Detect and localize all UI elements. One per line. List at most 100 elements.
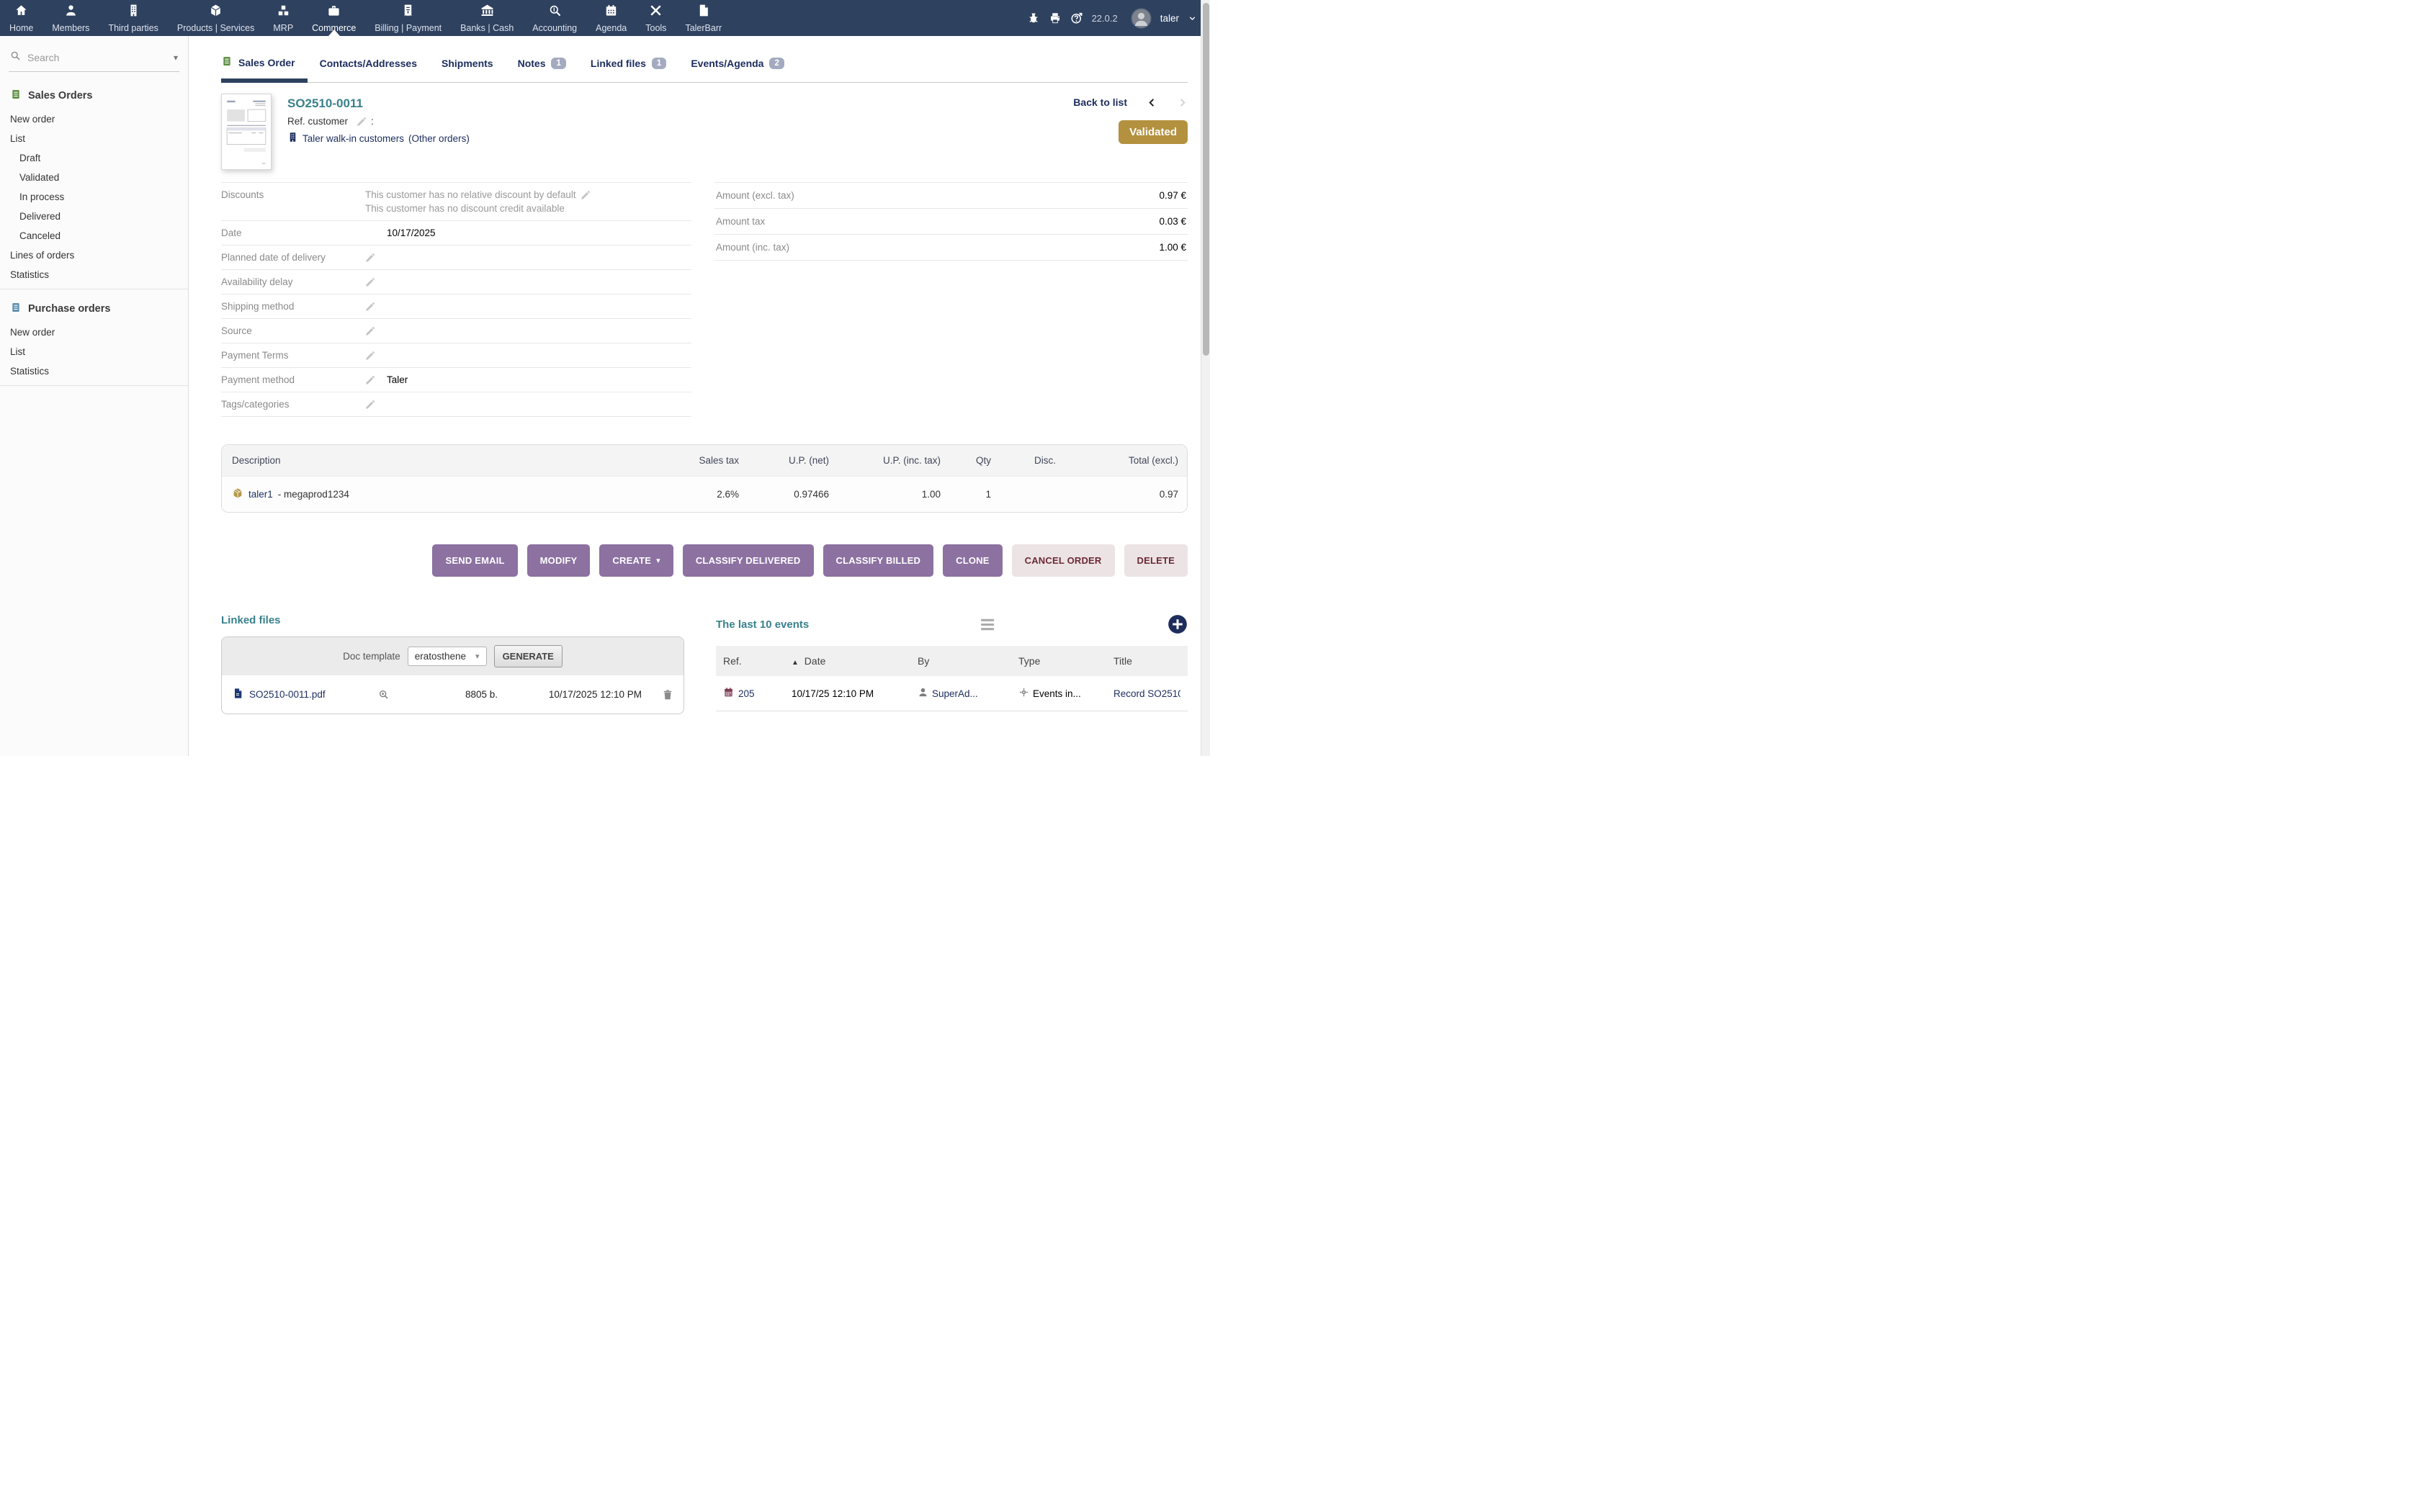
amount-label: Amount (excl. tax) [716,190,794,201]
nav-item-accounting[interactable]: Accounting [523,0,586,36]
nav-item-third-parties[interactable]: Third parties [99,0,167,36]
previous-record-icon[interactable] [1147,97,1157,108]
tab-linked-files[interactable]: Linked files1 [578,58,678,83]
action-buttons: SEND EMAIL MODIFY CREATE ▾ CLASSIFY DELI… [221,544,1188,577]
sidebar-item-canceled[interactable]: Canceled [0,226,188,246]
classify-billed-button[interactable]: CLASSIFY BILLED [823,544,934,577]
sidebar-item-po-list[interactable]: List [0,342,188,361]
page-scrollbar[interactable] [1201,0,1210,756]
order-lines-table: Description Sales tax U.P. (net) U.P. (i… [222,445,1187,512]
nav-item-tools[interactable]: Tools [636,0,676,36]
nav-label: Members [52,23,89,33]
printer-icon[interactable] [1049,12,1062,24]
edit-ref-customer-icon[interactable] [357,117,367,127]
nav-item-products-services[interactable]: Products | Services [168,0,264,36]
nav-item-banks-cash[interactable]: Banks | Cash [451,0,523,36]
tab-sales-order[interactable]: Sales Order [221,55,308,83]
field-label: Planned date of delivery [221,252,365,263]
nav-item-billing-payment[interactable]: Billing | Payment [365,0,451,36]
sidebar-item-draft[interactable]: Draft [0,148,188,168]
nav-label: Commerce [312,23,356,33]
events-col-ref[interactable]: Ref. [723,655,792,667]
sidebar-item-list[interactable]: List [0,129,188,148]
chevron-down-icon[interactable] [1188,14,1197,23]
bug-icon[interactable] [1027,12,1040,24]
sidebar-item-new-order[interactable]: New order [0,109,188,129]
tab-contacts-addresses[interactable]: Contacts/Addresses [308,58,429,83]
classify-delivered-button[interactable]: CLASSIFY DELIVERED [683,544,814,577]
clone-button[interactable]: CLONE [943,544,1003,577]
tab-notes[interactable]: Notes1 [506,58,578,83]
preview-zoom-icon[interactable] [378,689,390,701]
tab-shipments[interactable]: Shipments [429,58,506,83]
next-record-icon[interactable] [1177,97,1188,108]
tab-events-agenda[interactable]: Events/Agenda2 [678,58,797,83]
edit-payment-method-icon[interactable] [365,374,387,385]
sidebar-item-validated[interactable]: Validated [0,168,188,187]
generate-button[interactable]: GENERATE [494,645,563,667]
edit-tags-icon[interactable] [365,399,387,410]
create-button[interactable]: CREATE ▾ [599,544,673,577]
line-up-net: 0.97466 [748,477,838,513]
delete-file-icon[interactable] [662,689,673,701]
nav-item-commerce[interactable]: Commerce [302,0,365,36]
avatar[interactable] [1131,8,1152,29]
sales-orders-section-header[interactable]: Sales Orders [0,85,188,109]
sidebar-item-statistics[interactable]: Statistics [0,265,188,284]
edit-payment-terms-icon[interactable] [365,350,387,361]
send-email-button[interactable]: SEND EMAIL [432,544,517,577]
edit-discount-icon[interactable] [581,190,591,200]
back-to-list-link[interactable]: Back to list [1073,96,1127,108]
edit-planned-delivery-icon[interactable] [365,252,387,263]
sidebar-item-lines-of-orders[interactable]: Lines of orders [0,246,188,265]
product-link[interactable]: taler1 [248,489,273,500]
modify-button[interactable]: MODIFY [527,544,591,577]
nav-item-members[interactable]: Members [42,0,99,36]
help-icon[interactable] [1070,12,1083,24]
sidebar-section-sales-orders: Sales Orders New order List Draft Valida… [0,76,188,289]
doc-template-select[interactable]: eratosthene ▾ [408,647,487,666]
event-title-link[interactable]: Record SO2510-0011 modifi [1113,688,1180,699]
edit-shipping-method-icon[interactable] [365,301,387,312]
events-col-type[interactable]: Type [1018,655,1113,667]
sidebar-item-in-process[interactable]: In process [0,187,188,207]
nav-item-talerbarr[interactable]: TalerBarr [676,0,731,36]
nav-item-agenda[interactable]: Agenda [586,0,636,36]
user-menu-label[interactable]: taler [1160,13,1179,24]
edit-source-icon[interactable] [365,325,387,336]
customer-link[interactable]: Taler walk-in customers [302,133,404,144]
linked-file-link[interactable]: SO2510-0011.pdf [249,689,378,700]
col-description: Description [222,445,668,477]
event-ref-link[interactable]: 205 [738,688,755,699]
sidebar-item-po-new-order[interactable]: New order [0,323,188,342]
list-view-icon[interactable] [980,618,996,631]
search-caret-icon[interactable]: ▾ [174,53,178,63]
cancel-order-button[interactable]: CANCEL ORDER [1012,544,1115,577]
other-orders-link[interactable]: (Other orders) [408,133,470,144]
document-thumbnail[interactable] [221,94,272,170]
event-by-link[interactable]: SuperAd... [932,688,978,699]
nav-item-mrp[interactable]: MRP [264,0,302,36]
event-date: 10/17/25 12:10 PM [792,688,918,699]
bank-icon [480,4,494,21]
nav-item-home[interactable]: Home [0,0,42,36]
sidebar-item-po-statistics[interactable]: Statistics [0,361,188,381]
sidebar-item-delivered[interactable]: Delivered [0,207,188,226]
search-box: ▾ [9,46,179,72]
search-input[interactable] [27,52,135,63]
discount-line2: This customer has no discount credit ava… [365,203,691,214]
purchase-orders-section-header[interactable]: Purchase orders [0,298,188,323]
edit-availability-delay-icon[interactable] [365,276,387,287]
events-col-by[interactable]: By [918,655,1018,667]
discount-line1: This customer has no relative discount b… [365,189,576,200]
add-event-button[interactable] [1168,614,1188,634]
events-col-date[interactable]: ▲ Date [792,655,918,667]
scrollbar-thumb[interactable] [1203,3,1209,356]
nav-label: Home [9,23,33,33]
blue-document-icon [10,302,22,316]
field-label: Payment method [221,374,365,385]
events-col-title[interactable]: Title [1113,655,1180,667]
search-icon [10,50,21,65]
delete-button[interactable]: DELETE [1124,544,1188,577]
amount-value: 0.97 € [1159,190,1186,201]
